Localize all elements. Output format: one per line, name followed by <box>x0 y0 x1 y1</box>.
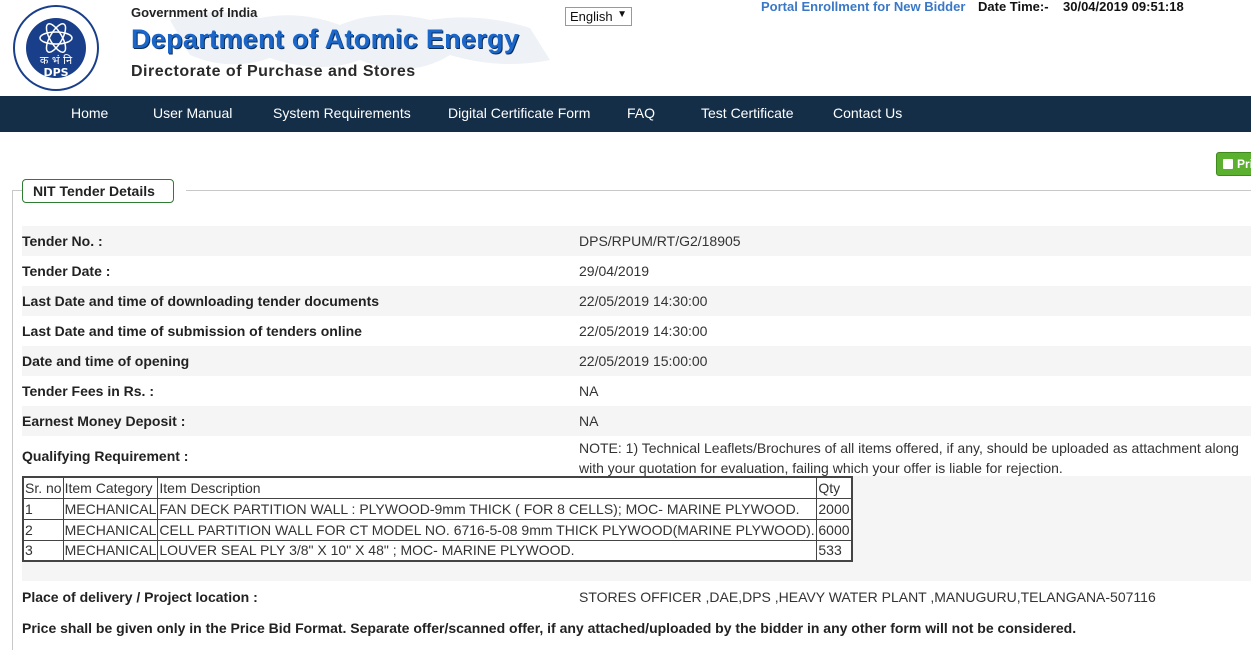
date-time-label: Date Time:- <box>978 0 1049 14</box>
detail-row: Tender No. : DPS/RPUM/RT/G2/18905 <box>22 226 1251 256</box>
dropdown-arrow-icon: ▼ <box>617 9 627 20</box>
emd-label: Earnest Money Deposit : <box>22 413 186 429</box>
detail-row: Date and time of opening 22/05/2019 15:0… <box>22 346 1251 376</box>
fieldset-border <box>186 190 1251 191</box>
cell-description: LOUVER SEAL PLY 3/8" X 10" X 48" ; MOC- … <box>157 539 818 562</box>
cell-qty: 6000 <box>816 518 853 541</box>
detail-row: Earnest Money Deposit : NA <box>22 406 1251 436</box>
nav-digital-certificate-form[interactable]: Digital Certificate Form <box>448 105 590 121</box>
cell-description: CELL PARTITION WALL FOR CT MODEL NO. 671… <box>157 518 818 541</box>
cell-category: MECHANICAL <box>62 518 159 541</box>
qualifying-value: NOTE: 1) Technical Leaflets/Brochures of… <box>579 440 1239 476</box>
tender-fees-value: NA <box>579 383 599 399</box>
cell-qty: 2000 <box>816 497 853 520</box>
nav-test-certificate[interactable]: Test Certificate <box>701 105 794 121</box>
opening-date-label: Date and time of opening <box>22 353 190 369</box>
language-value: English <box>570 9 613 24</box>
nav-faq[interactable]: FAQ <box>627 105 655 121</box>
detail-row: Last Date and time of downloading tender… <box>22 286 1251 316</box>
download-deadline-value: 22/05/2019 14:30:00 <box>579 293 708 309</box>
directorate-title: Directorate of Purchase and Stores <box>131 63 416 80</box>
qualifying-row: Qualifying Requirement : NOTE: 1) Techni… <box>22 436 1251 476</box>
fieldset-border-top-left <box>12 190 22 191</box>
portal-enrollment-link[interactable]: Portal Enrollment for New Bidder <box>761 0 965 14</box>
tender-date-label: Tender Date : <box>22 263 111 279</box>
main-navigation: Home User Manual System Requirements Dig… <box>0 96 1251 132</box>
department-title: Department of Atomic Energy <box>131 24 520 54</box>
language-select[interactable]: English ▼ <box>565 7 632 26</box>
table-header-row: Sr. no Item Category Item Description Qt… <box>22 476 853 499</box>
tender-date-value: 29/04/2019 <box>579 263 650 279</box>
tender-no-value: DPS/RPUM/RT/G2/18905 <box>579 233 741 249</box>
detail-row: Last Date and time of submission of tend… <box>22 316 1251 346</box>
svg-text:DPS: DPS <box>43 66 68 79</box>
print-label: Pri <box>1237 157 1251 171</box>
submission-deadline-value: 22/05/2019 14:30:00 <box>579 323 708 339</box>
printer-icon <box>1223 159 1233 169</box>
qualifying-label: Qualifying Requirement : <box>22 448 189 464</box>
cell-sr-no: 3 <box>22 539 64 562</box>
cell-category: MECHANICAL <box>62 497 159 520</box>
section-title: NIT Tender Details <box>22 179 174 203</box>
fieldset-border-left <box>12 190 13 650</box>
table-row: 1 MECHANICAL FAN DECK PARTITION WALL : P… <box>22 497 853 520</box>
header-item-category: Item Category <box>62 476 159 499</box>
detail-row: Place of delivery / Project location : S… <box>22 582 1251 612</box>
dae-logo: क भं नि DPS <box>13 5 99 91</box>
detail-row: Tender Fees in Rs. : NA <box>22 376 1251 406</box>
delivery-label: Place of delivery / Project location : <box>22 589 258 605</box>
header-qty: Qty <box>816 476 853 499</box>
cell-qty: 533 <box>816 539 853 562</box>
opening-date-value: 22/05/2019 15:00:00 <box>579 353 708 369</box>
date-time-value: 30/04/2019 09:51:18 <box>1063 0 1184 14</box>
items-table: Sr. no Item Category Item Description Qt… <box>22 476 853 562</box>
page-header: क भं नि DPS Government of India Departme… <box>0 0 1251 96</box>
nav-system-requirements[interactable]: System Requirements <box>273 105 411 121</box>
tender-no-label: Tender No. : <box>22 233 103 249</box>
nav-home[interactable]: Home <box>71 105 108 121</box>
table-row: 3 MECHANICAL LOUVER SEAL PLY 3/8" X 10" … <box>22 539 853 562</box>
cell-category: MECHANICAL <box>62 539 159 562</box>
detail-row: Tender Date : 29/04/2019 <box>22 256 1251 286</box>
emd-value: NA <box>579 413 599 429</box>
download-deadline-label: Last Date and time of downloading tender… <box>22 293 380 309</box>
submission-deadline-label: Last Date and time of submission of tend… <box>22 323 362 339</box>
tender-fees-label: Tender Fees in Rs. : <box>22 383 154 399</box>
price-note: Price shall be given only in the Price B… <box>22 620 1077 636</box>
delivery-value: STORES OFFICER ,DAE,DPS ,HEAVY WATER PLA… <box>579 589 1156 605</box>
government-label: Government of India <box>131 5 258 20</box>
header-sr-no: Sr. no <box>22 476 64 499</box>
nav-user-manual[interactable]: User Manual <box>153 105 232 121</box>
cell-sr-no: 1 <box>22 497 64 520</box>
nav-contact-us[interactable]: Contact Us <box>833 105 902 121</box>
print-button[interactable]: Pri <box>1216 152 1251 176</box>
cell-sr-no: 2 <box>22 518 64 541</box>
cell-description: FAN DECK PARTITION WALL : PLYWOOD-9mm TH… <box>157 497 818 520</box>
table-row: 2 MECHANICAL CELL PARTITION WALL FOR CT … <box>22 518 853 541</box>
header-item-description: Item Description <box>157 476 818 499</box>
